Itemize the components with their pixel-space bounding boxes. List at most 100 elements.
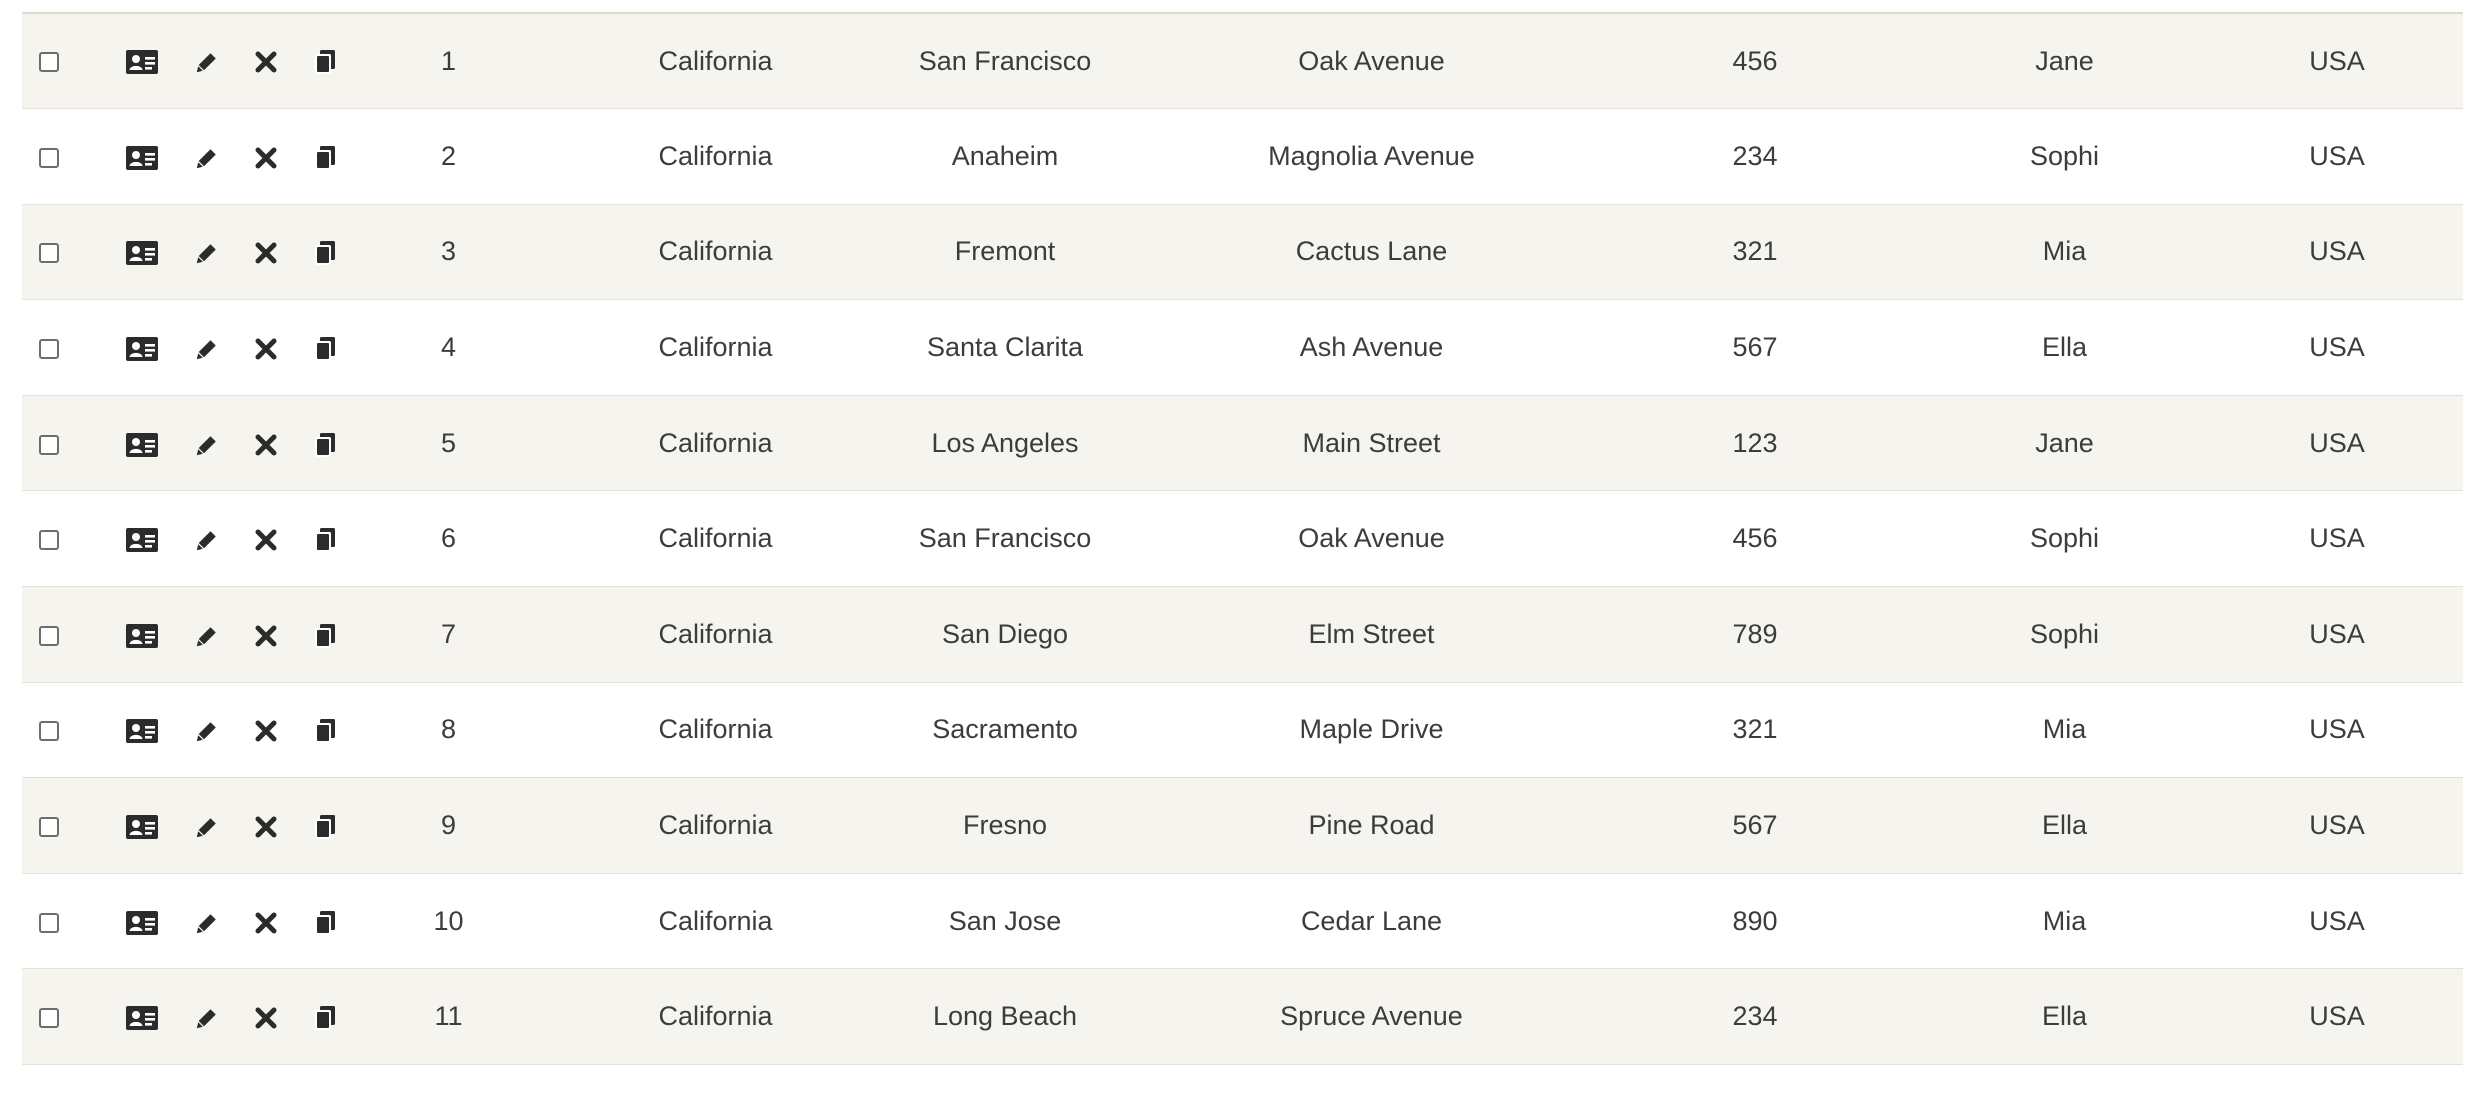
- cell-state: California: [572, 395, 859, 492]
- copy-icon[interactable]: [314, 240, 336, 266]
- close-icon[interactable]: [255, 147, 277, 169]
- row-actions-cell: [85, 13, 335, 110]
- id-card-icon[interactable]: [125, 910, 159, 936]
- copy-icon[interactable]: [314, 1005, 336, 1031]
- id-card-icon[interactable]: [125, 814, 159, 840]
- pencil-icon[interactable]: [196, 529, 218, 551]
- pencil-icon[interactable]: [196, 625, 218, 647]
- copy-icon[interactable]: [314, 49, 336, 75]
- row-select-cell: [22, 777, 85, 874]
- cell-city: Anaheim: [859, 108, 1151, 205]
- pencil-icon[interactable]: [196, 434, 218, 456]
- cell-number: 234: [1592, 108, 1918, 205]
- row-actions-cell: [85, 777, 335, 874]
- cell-street: Ash Avenue: [1151, 299, 1592, 396]
- pencil-icon[interactable]: [196, 51, 218, 73]
- id-card-icon[interactable]: [125, 718, 159, 744]
- row-actions-cell: [85, 204, 335, 301]
- id-card-icon[interactable]: [125, 145, 159, 171]
- row-select-cell: [22, 13, 85, 110]
- cell-name: Jane: [1918, 395, 2211, 492]
- copy-icon[interactable]: [314, 718, 336, 744]
- table-row-5: 5 California Los Angeles Main Street 123…: [22, 395, 2463, 492]
- row-checkbox[interactable]: [39, 338, 59, 359]
- row-actions-cell: [85, 299, 335, 396]
- cell-id: 7: [325, 586, 572, 683]
- pencil-icon[interactable]: [196, 338, 218, 360]
- copy-icon[interactable]: [314, 910, 336, 936]
- id-card-icon[interactable]: [125, 1005, 159, 1031]
- cell-number: 789: [1592, 586, 1918, 683]
- table-row-9: 9 California Fresno Pine Road 567 Ella U…: [22, 777, 2463, 874]
- pencil-icon[interactable]: [196, 242, 218, 264]
- pencil-icon[interactable]: [196, 912, 218, 934]
- cell-number: 890: [1592, 873, 1918, 970]
- cell-street: Elm Street: [1151, 586, 1592, 683]
- cell-state: California: [572, 873, 859, 970]
- close-icon[interactable]: [255, 338, 277, 360]
- row-checkbox[interactable]: [39, 1008, 59, 1029]
- id-card-icon[interactable]: [125, 432, 159, 458]
- row-checkbox[interactable]: [39, 816, 59, 837]
- cell-state: California: [572, 204, 859, 301]
- copy-icon[interactable]: [314, 623, 336, 649]
- close-icon[interactable]: [255, 51, 277, 73]
- cell-id: 10: [325, 873, 572, 970]
- row-checkbox[interactable]: [39, 52, 59, 73]
- row-select-cell: [22, 682, 85, 779]
- cell-id: 9: [325, 777, 572, 874]
- cell-state: California: [572, 108, 859, 205]
- cell-state: California: [572, 777, 859, 874]
- row-checkbox[interactable]: [39, 721, 59, 742]
- cell-country: USA: [2211, 490, 2463, 588]
- pencil-icon[interactable]: [196, 147, 218, 169]
- row-checkbox[interactable]: [39, 625, 59, 646]
- cell-country: USA: [2211, 968, 2463, 1066]
- cell-country: USA: [2211, 299, 2463, 396]
- row-checkbox[interactable]: [39, 243, 59, 264]
- cell-country: USA: [2211, 13, 2463, 110]
- close-icon[interactable]: [255, 912, 277, 934]
- cell-id: 2: [325, 108, 572, 205]
- cell-street: Cactus Lane: [1151, 204, 1592, 301]
- pencil-icon[interactable]: [196, 816, 218, 838]
- id-card-icon[interactable]: [125, 623, 159, 649]
- cell-city: Los Angeles: [859, 395, 1151, 492]
- records-table-container: 1 California San Francisco Oak Avenue 45…: [22, 12, 2463, 1066]
- row-select-cell: [22, 108, 85, 205]
- row-select-cell: [22, 968, 85, 1066]
- cell-street: Main Street: [1151, 395, 1592, 492]
- cell-street: Cedar Lane: [1151, 873, 1592, 970]
- close-icon[interactable]: [255, 816, 277, 838]
- copy-icon[interactable]: [314, 336, 336, 362]
- close-icon[interactable]: [255, 242, 277, 264]
- cell-id: 5: [325, 395, 572, 492]
- cell-street: Oak Avenue: [1151, 490, 1592, 588]
- close-icon[interactable]: [255, 529, 277, 551]
- close-icon[interactable]: [255, 625, 277, 647]
- id-card-icon[interactable]: [125, 49, 159, 75]
- row-actions-cell: [85, 395, 335, 492]
- row-checkbox[interactable]: [39, 147, 59, 168]
- id-card-icon[interactable]: [125, 527, 159, 553]
- id-card-icon[interactable]: [125, 240, 159, 266]
- close-icon[interactable]: [255, 1007, 277, 1029]
- row-checkbox[interactable]: [39, 530, 59, 551]
- pencil-icon[interactable]: [196, 1007, 218, 1029]
- copy-icon[interactable]: [314, 145, 336, 171]
- pencil-icon[interactable]: [196, 720, 218, 742]
- cell-city: Sacramento: [859, 682, 1151, 779]
- copy-icon[interactable]: [314, 527, 336, 553]
- close-icon[interactable]: [255, 720, 277, 742]
- copy-icon[interactable]: [314, 432, 336, 458]
- cell-number: 321: [1592, 682, 1918, 779]
- close-icon[interactable]: [255, 434, 277, 456]
- cell-name: Mia: [1918, 682, 2211, 779]
- id-card-icon[interactable]: [125, 336, 159, 362]
- row-actions-cell: [85, 490, 335, 588]
- copy-icon[interactable]: [314, 814, 336, 840]
- cell-city: Fresno: [859, 777, 1151, 874]
- row-checkbox[interactable]: [39, 912, 59, 933]
- cell-id: 6: [325, 490, 572, 588]
- row-checkbox[interactable]: [39, 434, 59, 455]
